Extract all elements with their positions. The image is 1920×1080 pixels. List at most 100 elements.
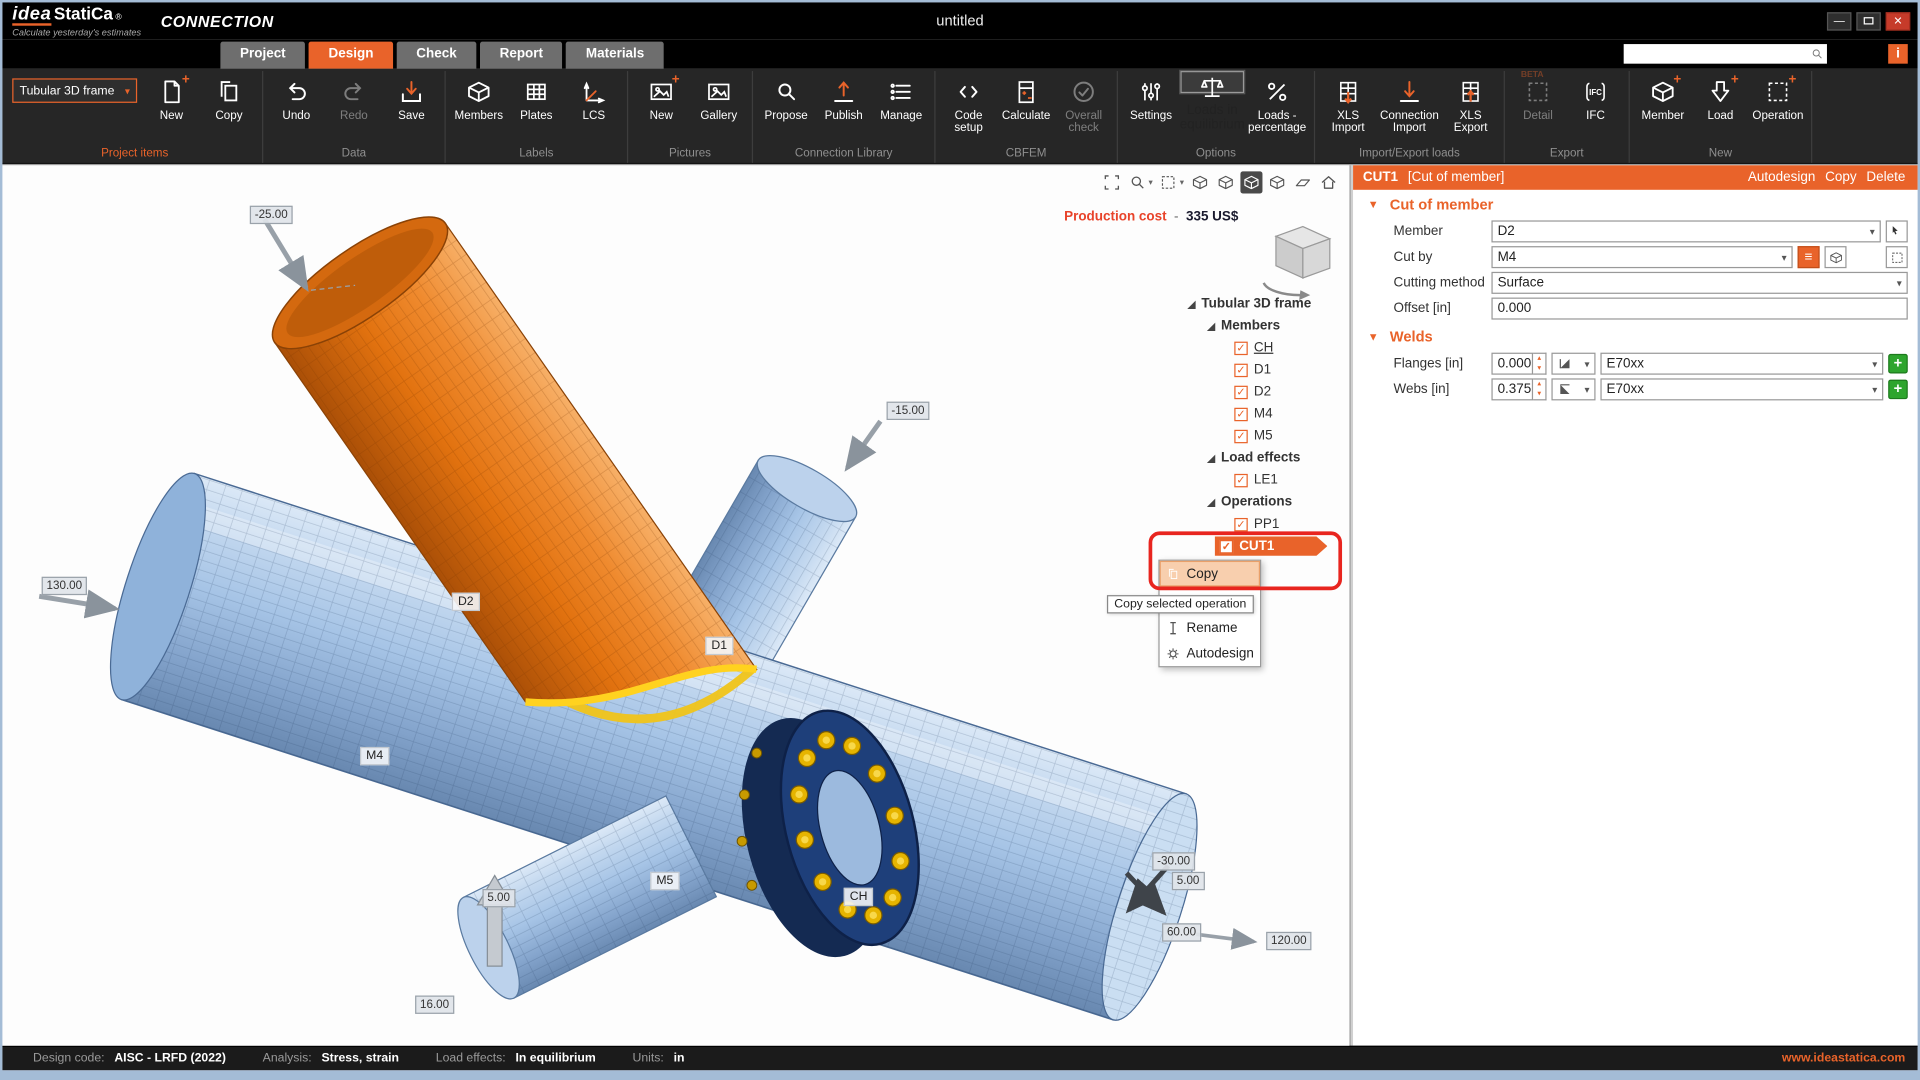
detail-export-button[interactable]: BETA Detail xyxy=(1510,71,1566,147)
maximize-button[interactable] xyxy=(1856,12,1880,30)
propose-button[interactable]: Propose xyxy=(758,71,814,147)
cut-by-grid-button[interactable] xyxy=(1886,246,1908,268)
save-button[interactable]: Save xyxy=(383,71,439,147)
copy-project-item-button[interactable]: Copy xyxy=(201,71,257,147)
section-collapse-icon[interactable]: ▼ xyxy=(1368,331,1379,343)
labels-members-button[interactable]: Members xyxy=(451,71,507,147)
view-wireframe-button[interactable] xyxy=(1215,171,1237,193)
3d-viewport[interactable]: ▾ ▾ Production cost - 335 US$ xyxy=(2,165,1349,1045)
picture-gallery-button[interactable]: Gallery xyxy=(691,71,747,147)
cut1-selected-banner[interactable]: ✓ CUT1 xyxy=(1215,536,1328,556)
expander-icon[interactable]: ◢ xyxy=(1207,320,1215,331)
tree-group-operations[interactable]: ◢ Operations xyxy=(1180,491,1349,513)
step-up-icon[interactable]: ▴ xyxy=(1533,354,1545,364)
calculate-button[interactable]: Calculate xyxy=(998,71,1054,147)
tab-check[interactable]: Check xyxy=(397,42,477,69)
code-setup-button[interactable]: Code setup xyxy=(940,71,996,147)
member-label-m5[interactable]: M5 xyxy=(650,872,679,890)
flanges-add-weld-button[interactable]: + xyxy=(1888,354,1908,374)
cut-by-select[interactable]: M4 ▾ xyxy=(1491,246,1792,268)
checkbox-checked[interactable]: ✓ xyxy=(1234,385,1247,398)
zoom-mode-button[interactable]: ▾ xyxy=(1127,171,1155,193)
member-label-d2[interactable]: D2 xyxy=(452,593,480,611)
search-input[interactable] xyxy=(1624,45,1810,62)
view-axonometry-button[interactable] xyxy=(1189,171,1211,193)
labels-plates-button[interactable]: Plates xyxy=(508,71,564,147)
cutting-method-select[interactable]: Surface ▾ xyxy=(1491,272,1907,294)
ifc-export-button[interactable]: IFC xyxy=(1567,71,1623,147)
view-solid-button[interactable] xyxy=(1240,171,1262,193)
tree-item-le1[interactable]: ✓ LE1 xyxy=(1180,469,1349,491)
webs-add-weld-button[interactable]: + xyxy=(1888,380,1908,400)
tab-materials[interactable]: Materials xyxy=(566,42,664,69)
tab-report[interactable]: Report xyxy=(480,42,563,69)
context-menu-autodesign[interactable]: Autodesign xyxy=(1160,640,1260,666)
section-plane-button[interactable] xyxy=(1292,171,1314,193)
step-up-icon[interactable]: ▴ xyxy=(1533,380,1545,390)
selection-mode-button[interactable]: ▾ xyxy=(1158,171,1186,193)
flanges-weld-type-select[interactable]: ▾ xyxy=(1551,353,1595,375)
tree-item-m5[interactable]: ✓ M5 xyxy=(1180,425,1349,447)
home-view-button[interactable] xyxy=(1318,171,1340,193)
settings-button[interactable]: Settings xyxy=(1123,71,1179,147)
webs-electrode-select[interactable]: E70xx ▾ xyxy=(1600,378,1883,400)
tree-root[interactable]: ◢ Tubular 3D frame xyxy=(1180,293,1349,315)
expander-icon[interactable]: ◢ xyxy=(1207,497,1215,508)
checkbox-checked[interactable]: ✓ xyxy=(1234,473,1247,486)
loads-in-equilibrium-button[interactable]: Loads in equilibrium xyxy=(1180,71,1244,93)
checkbox-checked[interactable]: ✓ xyxy=(1234,429,1247,442)
panel-delete-button[interactable]: Delete xyxy=(1866,170,1905,185)
publish-button[interactable]: Publish xyxy=(816,71,872,147)
tree-item-ch[interactable]: ✓ CH xyxy=(1180,337,1349,359)
loads-percentage-button[interactable]: Loads - percentage xyxy=(1245,71,1309,147)
flanges-size-stepper[interactable]: ▴▾ xyxy=(1533,353,1546,375)
tree-item-pp1[interactable]: ✓ PP1 xyxy=(1180,513,1349,535)
step-down-icon[interactable]: ▾ xyxy=(1533,364,1545,374)
minimize-button[interactable]: — xyxy=(1827,12,1851,30)
flanges-size-input[interactable]: 0.000 xyxy=(1491,353,1533,375)
labels-lcs-button[interactable]: LCS xyxy=(566,71,622,147)
picture-new-button[interactable]: + New xyxy=(633,71,689,147)
tree-item-cut1[interactable]: ✓ CUT1 xyxy=(1180,535,1349,557)
step-down-icon[interactable]: ▾ xyxy=(1533,389,1545,399)
member-label-d1[interactable]: D1 xyxy=(705,637,733,655)
flanges-electrode-select[interactable]: E70xx ▾ xyxy=(1600,353,1883,375)
info-button[interactable]: i xyxy=(1888,44,1908,64)
checkbox-checked[interactable]: ✓ xyxy=(1234,517,1247,530)
panel-copy-button[interactable]: Copy xyxy=(1825,170,1856,185)
webs-size-stepper[interactable]: ▴▾ xyxy=(1533,378,1546,400)
tab-project[interactable]: Project xyxy=(220,42,305,69)
tree-item-m4[interactable]: ✓ M4 xyxy=(1180,403,1349,425)
context-menu-rename[interactable]: Rename xyxy=(1160,615,1260,641)
xls-import-button[interactable]: XLS Import xyxy=(1320,71,1376,147)
new-operation-button[interactable]: + Operation xyxy=(1750,71,1806,147)
new-load-button[interactable]: + Load xyxy=(1692,71,1748,147)
tree-item-d1[interactable]: ✓ D1 xyxy=(1180,359,1349,381)
undo-button[interactable]: Undo xyxy=(268,71,324,147)
tab-design[interactable]: Design xyxy=(309,42,393,69)
tree-group-load-effects[interactable]: ◢ Load effects xyxy=(1180,447,1349,469)
member-label-m4[interactable]: M4 xyxy=(360,747,389,765)
cut-by-solid-mode-button[interactable] xyxy=(1825,246,1847,268)
new-project-item-button[interactable]: + New xyxy=(143,71,199,147)
pick-member-button[interactable] xyxy=(1886,220,1908,242)
xls-export-button[interactable]: XLS Export xyxy=(1442,71,1498,147)
view-transparent-button[interactable] xyxy=(1266,171,1288,193)
section-collapse-icon[interactable]: ▼ xyxy=(1368,198,1379,210)
cut-by-list-mode-button[interactable]: ≡ xyxy=(1798,246,1820,268)
website-link[interactable]: www.ideastatica.com xyxy=(1782,1052,1905,1065)
new-member-button[interactable]: + Member xyxy=(1635,71,1691,147)
connection-import-button[interactable]: Connection Import xyxy=(1378,71,1442,147)
checkbox-checked[interactable]: ✓ xyxy=(1220,539,1233,552)
checkbox-checked[interactable]: ✓ xyxy=(1234,341,1247,354)
expander-icon[interactable]: ◢ xyxy=(1188,298,1196,309)
webs-size-input[interactable]: 0.375 xyxy=(1491,378,1533,400)
close-button[interactable]: ✕ xyxy=(1886,12,1910,30)
redo-button[interactable]: Redo xyxy=(326,71,382,147)
webs-weld-type-select[interactable]: ▾ xyxy=(1551,378,1595,400)
tree-item-d2[interactable]: ✓ D2 xyxy=(1180,381,1349,403)
overall-check-button[interactable]: Overall check xyxy=(1056,71,1112,147)
template-select[interactable]: Tubular 3D frame ▾ xyxy=(12,78,137,102)
member-select[interactable]: D2 ▾ xyxy=(1491,220,1880,242)
context-menu-copy[interactable]: Copy xyxy=(1160,561,1260,587)
